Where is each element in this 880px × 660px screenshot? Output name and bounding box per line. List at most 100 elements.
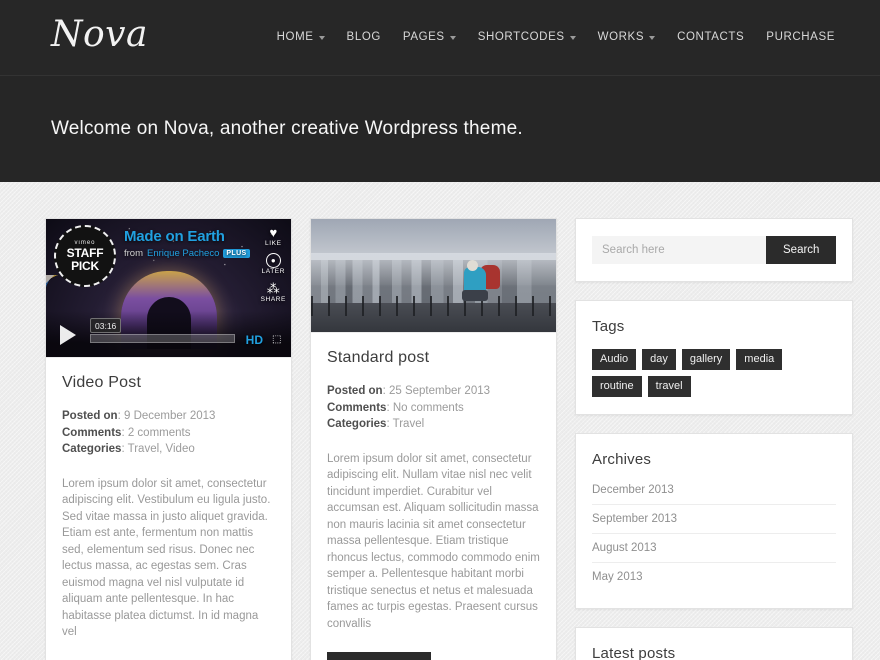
search-input[interactable]	[592, 236, 766, 264]
chevron-down-icon	[570, 36, 576, 40]
staff-pick-line-2: PICK	[71, 260, 99, 272]
like-label: LIKE	[265, 240, 282, 247]
clock-icon: ●	[266, 253, 281, 268]
nav-item-blog[interactable]: BLOG	[347, 31, 381, 43]
staff-pick-line-1: STAFF	[67, 247, 104, 259]
categories-label: Categories	[327, 418, 386, 430]
comments-value[interactable]: 2 comments	[128, 427, 191, 439]
post-card-video: vimeo STAFF PICK Made on Earth from Enri…	[45, 218, 292, 660]
fullscreen-icon[interactable]: ⬚	[272, 334, 283, 345]
heart-icon: ♥	[265, 225, 282, 240]
nav-item-shortcodes[interactable]: SHORTCODES	[478, 31, 576, 43]
post-title[interactable]: Standard post	[327, 349, 540, 367]
share-label: SHARE	[261, 296, 286, 303]
video-from-label: from	[124, 248, 143, 259]
comments-label: Comments	[62, 427, 121, 439]
hd-badge[interactable]: HD	[246, 333, 263, 347]
read-more-button[interactable]: Read More →	[327, 652, 431, 660]
post-title[interactable]: Video Post	[62, 374, 275, 392]
posted-on-value: 9 December 2013	[124, 410, 215, 422]
video-byline: from Enrique Pacheco PLUS	[124, 248, 250, 259]
play-button-icon[interactable]	[60, 325, 76, 345]
content-area: vimeo STAFF PICK Made on Earth from Enri…	[45, 182, 835, 660]
tag-list: Audio day gallery media routine travel	[592, 349, 836, 397]
nav-item-works[interactable]: WORKS	[598, 31, 655, 43]
nav-item-pages[interactable]: PAGES	[403, 31, 456, 43]
vimeo-plus-badge: PLUS	[223, 249, 249, 258]
nav-label-home: HOME	[277, 31, 314, 43]
nav-label-purchase: PURCHASE	[766, 31, 835, 43]
nav-label-works: WORKS	[598, 31, 644, 43]
video-share-button[interactable]: ⁂ SHARE	[261, 281, 286, 303]
post-excerpt: Lorem ipsum dolor sit amet, consectetur …	[62, 476, 275, 641]
nav-item-purchase[interactable]: PURCHASE	[766, 31, 835, 43]
post-excerpt: Lorem ipsum dolor sit amet, consectetur …	[327, 451, 540, 633]
latest-posts-widget: Latest posts Video Post Standard post	[575, 627, 853, 660]
tag-item[interactable]: Audio	[592, 349, 636, 370]
chevron-down-icon	[649, 36, 655, 40]
post-media-photo[interactable]	[311, 219, 556, 332]
chevron-down-icon	[450, 36, 456, 40]
nyc-skyline-photo	[311, 219, 556, 332]
site-header: Nova HOME BLOG PAGES SHORTCODES	[0, 0, 880, 76]
tags-widget-title: Tags	[592, 318, 836, 335]
post-meta-posted: Posted on: 9 December 2013	[62, 408, 275, 425]
welcome-banner: Welcome on Nova, another creative Wordpr…	[0, 76, 880, 182]
video-title[interactable]: Made on Earth	[124, 228, 243, 245]
post-media-video[interactable]: vimeo STAFF PICK Made on Earth from Enri…	[46, 219, 291, 357]
photo-railing	[311, 296, 556, 316]
archive-item[interactable]: May 2013	[592, 563, 836, 591]
photo-legs	[462, 290, 488, 301]
search-button[interactable]: Search	[766, 236, 836, 264]
comments-value[interactable]: No comments	[393, 402, 464, 414]
post-meta-comments: Comments: 2 comments	[62, 425, 275, 442]
nav-label-pages: PAGES	[403, 31, 445, 43]
search-widget: Search	[575, 218, 853, 282]
main-navigation: HOME BLOG PAGES SHORTCODES WORKS	[277, 31, 835, 45]
posted-on-value: 25 September 2013	[389, 385, 490, 397]
categories-value[interactable]: Travel	[393, 418, 425, 430]
archive-item[interactable]: December 2013	[592, 482, 836, 505]
nav-item-contacts[interactable]: CONTACTS	[677, 31, 744, 43]
post-card-standard: Standard post Posted on: 25 September 20…	[310, 218, 557, 660]
posted-on-label: Posted on	[62, 410, 118, 422]
archives-widget-title: Archives	[592, 451, 836, 468]
archive-item[interactable]: September 2013	[592, 505, 836, 534]
categories-label: Categories	[62, 443, 121, 455]
video-author[interactable]: Enrique Pacheco	[147, 248, 219, 259]
sidebar: Search Tags Audio day gallery media rout…	[575, 218, 853, 660]
categories-value[interactable]: Travel, Video	[128, 443, 195, 455]
tags-widget: Tags Audio day gallery media routine tra…	[575, 300, 853, 415]
tag-item[interactable]: media	[736, 349, 782, 370]
post-meta-categories: Categories: Travel, Video	[62, 441, 275, 458]
video-progress-bar[interactable]	[90, 334, 235, 343]
archive-item[interactable]: August 2013	[592, 534, 836, 563]
post-meta-categories: Categories: Travel	[327, 416, 540, 433]
archives-widget: Archives December 2013 September 2013 Au…	[575, 433, 853, 609]
later-label: LATER	[262, 268, 285, 275]
tag-item[interactable]: travel	[648, 376, 691, 397]
nav-label-shortcodes: SHORTCODES	[478, 31, 565, 43]
post-meta-posted: Posted on: 25 September 2013	[327, 383, 540, 400]
nav-item-home[interactable]: HOME	[277, 31, 325, 43]
chevron-down-icon	[319, 36, 325, 40]
vimeo-wordmark: vimeo	[74, 240, 95, 246]
tag-item[interactable]: day	[642, 349, 676, 370]
photo-torso	[464, 267, 486, 293]
comments-label: Comments	[327, 402, 386, 414]
video-like-button[interactable]: ♥ LIKE	[265, 225, 282, 247]
posts-column: vimeo STAFF PICK Made on Earth from Enri…	[45, 218, 557, 660]
vimeo-player[interactable]: vimeo STAFF PICK Made on Earth from Enri…	[46, 219, 291, 357]
share-icon: ⁂	[261, 281, 286, 296]
banner-title: Welcome on Nova, another creative Wordpr…	[51, 118, 835, 140]
video-action-buttons: ♥ LIKE ● LATER ⁂ SHARE	[261, 225, 286, 303]
nav-label-blog: BLOG	[347, 31, 381, 43]
site-logo[interactable]: Nova	[45, 17, 148, 59]
posted-on-label: Posted on	[327, 385, 383, 397]
tag-item[interactable]: routine	[592, 376, 642, 397]
archives-list: December 2013 September 2013 August 2013…	[592, 482, 836, 591]
staff-pick-badge: vimeo STAFF PICK	[54, 225, 116, 287]
tag-item[interactable]: gallery	[682, 349, 730, 370]
video-duration: 03:16	[90, 318, 121, 333]
video-later-button[interactable]: ● LATER	[262, 253, 285, 275]
